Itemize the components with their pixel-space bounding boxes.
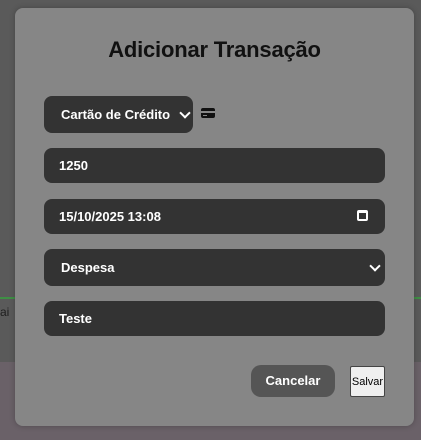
calendar-icon[interactable] [357, 210, 368, 221]
description-input[interactable]: Teste [44, 301, 385, 336]
datetime-value: 15/10/2025 13:08 [59, 209, 161, 224]
credit-card-icon [201, 108, 215, 118]
amount-value: 1250 [59, 158, 88, 173]
payment-method-select[interactable]: Cartão de Crédito [44, 96, 193, 133]
description-value: Teste [59, 311, 92, 326]
transaction-type-select[interactable]: Despesa [44, 249, 385, 286]
transaction-type-selected: Despesa [61, 260, 115, 275]
chevron-down-icon [179, 107, 191, 119]
cancel-button[interactable]: Cancelar [251, 365, 335, 397]
add-transaction-modal: Adicionar Transação Cartão de Crédito 12… [15, 8, 414, 426]
save-button[interactable]: Salvar [350, 366, 385, 397]
background-partial-text: ai [0, 305, 10, 319]
modal-title: Adicionar Transação [108, 37, 321, 62]
datetime-input[interactable]: 15/10/2025 13:08 [44, 199, 385, 234]
chevron-down-icon [369, 260, 381, 272]
payment-method-selected: Cartão de Crédito [61, 107, 171, 122]
amount-input[interactable]: 1250 [44, 148, 385, 183]
